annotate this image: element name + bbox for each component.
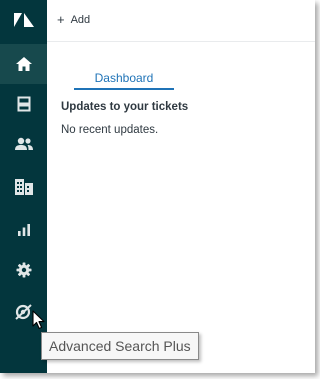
app-window: + Add Dashboard Updates to your tickets …	[0, 0, 315, 373]
zendesk-logo[interactable]	[0, 0, 47, 40]
updates-heading: Updates to your tickets	[61, 101, 189, 113]
sidebar-item-home[interactable]	[0, 44, 47, 84]
sidebar-item-admin[interactable]	[0, 250, 47, 290]
sidebar-item-organizations[interactable]	[0, 167, 47, 207]
sidebar-item-customers[interactable]	[0, 124, 47, 164]
add-button[interactable]: + Add	[57, 13, 90, 26]
home-icon	[15, 57, 32, 71]
mouse-cursor-icon	[32, 310, 45, 330]
customers-icon	[14, 137, 33, 150]
sidebar-item-views[interactable]	[0, 84, 47, 124]
add-button-label: Add	[70, 13, 91, 26]
organizations-icon	[14, 179, 33, 195]
sidebar-item-reporting[interactable]	[0, 209, 47, 249]
zendesk-logo-icon	[13, 13, 34, 27]
advanced-search-icon	[14, 304, 32, 320]
no-updates-text: No recent updates.	[61, 124, 159, 136]
views-icon	[17, 96, 30, 112]
tab-dashboard[interactable]: Dashboard	[74, 66, 174, 90]
top-bar: + Add	[47, 0, 315, 42]
plus-icon: +	[57, 12, 65, 27]
tooltip: Advanced Search Plus	[41, 332, 199, 360]
gear-icon	[16, 262, 31, 278]
reporting-icon	[17, 223, 30, 236]
